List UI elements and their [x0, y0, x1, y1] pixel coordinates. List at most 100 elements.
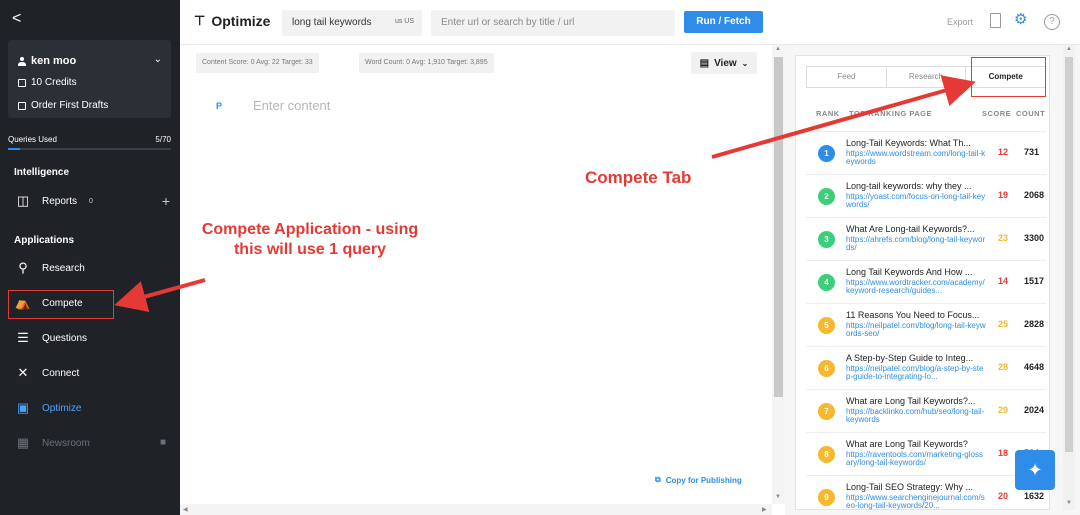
scroll-up-icon[interactable]: ▲ — [1066, 46, 1072, 52]
keyword-value: long tail keywords — [292, 17, 372, 28]
editor-scroll-thumb[interactable] — [774, 57, 783, 397]
help-icon[interactable]: ? — [1044, 14, 1060, 30]
scroll-down-icon[interactable]: ▼ — [775, 494, 781, 500]
compete-tab-highlight-box — [971, 57, 1046, 97]
sidebar-item-compete[interactable]: ⛺ Compete — [14, 292, 174, 314]
result-count: 1632 — [1024, 491, 1045, 501]
scroll-down-icon[interactable]: ▼ — [1066, 500, 1072, 506]
gear-icon[interactable]: ⚙ — [1014, 12, 1027, 28]
result-row[interactable]: 1 Long-Tail Keywords: What Th... https://w… — [806, 131, 1046, 174]
result-url-link[interactable]: https://ahrefs.com/blog/long-tail-keywor… — [846, 236, 986, 252]
panel-vertical-scrollbar[interactable]: ▲ ▼ — [1063, 45, 1075, 510]
export-button[interactable]: Export — [947, 17, 973, 27]
url-search-input[interactable]: Enter url or search by title / url — [431, 10, 675, 36]
result-row[interactable]: 6 A Step-by-Step Guide to Integ... https:/… — [806, 346, 1046, 389]
result-title[interactable]: Long-Tail SEO Strategy: Why ... — [846, 482, 986, 492]
result-url-link[interactable]: https://neilpatel.com/blog/a-step-by-ste… — [846, 365, 986, 381]
account-user[interactable]: ken moo — [18, 55, 76, 67]
result-count: 1517 — [1024, 276, 1045, 286]
result-url-link[interactable]: https://yoast.com/focus-on-long-tail-key… — [846, 193, 986, 209]
result-url-link[interactable]: https://www.wordstream.com/long-tail-key… — [846, 150, 986, 166]
queries-progress-bar — [8, 148, 171, 150]
top-bar: ⊤ Optimize long tail keywords us US Ente… — [180, 0, 1080, 45]
url-placeholder: Enter url or search by title / url — [441, 17, 575, 28]
result-url-link[interactable]: https://backlinko.com/hub/seo/long-tail-… — [846, 408, 986, 424]
compete-card: Feed Research Compete RANK TOP RANKING P… — [795, 55, 1050, 510]
page-title-label: Optimize — [211, 13, 271, 29]
rank-badge: 1 — [818, 145, 835, 162]
sidebar-item-label: Optimize — [42, 402, 82, 414]
result-url-link[interactable]: https://www.searchenginejournal.com/seo-… — [846, 494, 986, 510]
document-icon[interactable] — [990, 13, 1001, 28]
tab-research[interactable]: Research — [887, 67, 967, 87]
content-editor[interactable]: Enter content — [253, 98, 330, 113]
result-title[interactable]: 11 Reasons You Need to Focus... — [846, 310, 986, 320]
panel-scroll-thumb[interactable] — [1065, 57, 1073, 452]
keyword-input[interactable]: long tail keywords us US — [282, 10, 422, 36]
paragraph-marker: P — [216, 101, 223, 111]
result-count: 4648 — [1024, 362, 1045, 372]
result-row[interactable]: 9 Long-Tail SEO Strategy: Why ... https://… — [806, 475, 1046, 515]
copy-for-publishing-button[interactable]: ⧉ Copy for Publishing — [655, 475, 742, 485]
queries-value: 5/70 — [155, 135, 171, 144]
result-title[interactable]: A Step-by-Step Guide to Integ... — [846, 353, 986, 363]
order-drafts-item[interactable]: Order First Drafts — [18, 100, 108, 111]
scroll-up-icon[interactable]: ▲ — [775, 46, 781, 52]
result-url-link[interactable]: https://neilpatel.com/blog/long-tail-key… — [846, 322, 986, 338]
intelligence-title: Intelligence — [14, 167, 70, 178]
result-title[interactable]: What are Long Tail Keywords?... — [846, 396, 986, 406]
credits-icon — [18, 78, 26, 87]
credits-item[interactable]: 10 Credits — [18, 77, 77, 88]
result-title[interactable]: What are Long Tail Keywords? — [846, 439, 986, 449]
sidebar-item-research[interactable]: ⚲ Research — [14, 257, 174, 279]
sidebar-item-label: Newsroom — [42, 437, 90, 449]
result-row[interactable]: 8 What are Long Tail Keywords? https://rav… — [806, 432, 1046, 475]
scroll-left-icon[interactable]: ◀ — [183, 506, 188, 513]
lock-icon: ■ — [159, 437, 166, 448]
result-row[interactable]: 5 11 Reasons You Need to Focus... https://… — [806, 303, 1046, 346]
tab-feed[interactable]: Feed — [807, 67, 887, 87]
result-url-link[interactable]: https://raventools.com/marketing-glossar… — [846, 451, 986, 467]
research-icon: ⚲ — [18, 260, 28, 275]
result-row[interactable]: 3 What Are Long-tail Keywords?... https://… — [806, 217, 1046, 260]
copy-icon: ⧉ — [655, 475, 661, 484]
locale-select[interactable]: us US — [395, 18, 414, 25]
scroll-right-icon[interactable]: ▶ — [762, 506, 767, 513]
questions-icon: ☰ — [17, 330, 29, 345]
result-row[interactable]: 7 What are Long Tail Keywords?... https://… — [806, 389, 1046, 432]
header-score: SCORE — [982, 109, 1012, 118]
result-count: 3300 — [1024, 233, 1045, 243]
result-count: 2828 — [1024, 319, 1045, 329]
editor-vertical-scrollbar[interactable]: ▲ ▼ — [772, 45, 785, 504]
result-title[interactable]: Long Tail Keywords And How ... — [846, 267, 986, 277]
sidebar-item-connect[interactable]: ✕ Connect — [14, 362, 174, 384]
rank-badge: 8 — [818, 446, 835, 463]
chevron-down-icon[interactable]: ⌄ — [154, 54, 162, 65]
sidebar-item-reports[interactable]: ◫ Reports 0 — [14, 190, 174, 212]
result-title[interactable]: What Are Long-tail Keywords?... — [846, 224, 986, 234]
result-row[interactable]: 4 Long Tail Keywords And How ... https://w… — [806, 260, 1046, 303]
sparkle-assistant-button[interactable]: ✦ — [1015, 450, 1055, 490]
result-score: 20 — [998, 491, 1009, 501]
page-title: ⊤ Optimize — [194, 13, 270, 29]
drafts-icon — [18, 101, 26, 110]
back-arrow-icon[interactable]: < — [12, 10, 21, 28]
sidebar-item-label: Compete — [42, 297, 83, 309]
add-report-icon[interactable]: + — [162, 193, 170, 209]
reports-label: Reports — [42, 195, 78, 207]
result-score: 19 — [998, 190, 1009, 200]
result-title[interactable]: Long-tail keywords: why they ... — [846, 181, 986, 191]
view-dropdown[interactable]: ▤ View ⌄ — [691, 52, 757, 74]
word-count-stat: Word Count: 0 Avg: 1,910 Target: 3,895 — [359, 53, 494, 73]
rank-badge: 3 — [818, 231, 835, 248]
sidebar-item-optimize[interactable]: ▣ Optimize — [14, 397, 174, 419]
result-url-link[interactable]: https://www.wordtracker.com/academy/keyw… — [846, 279, 986, 295]
header-rank: RANK — [816, 109, 840, 118]
sidebar-item-newsroom[interactable]: ▦ Newsroom — [14, 432, 174, 454]
result-title[interactable]: Long-Tail Keywords: What Th... — [846, 138, 986, 148]
sidebar-item-questions[interactable]: ☰ Questions — [14, 327, 174, 349]
result-row[interactable]: 2 Long-tail keywords: why they ... https:/… — [806, 174, 1046, 217]
editor-horizontal-scrollbar[interactable]: ◀ ▶ — [180, 504, 772, 515]
result-count: 731 — [1024, 147, 1040, 157]
run-fetch-button[interactable]: Run / Fetch — [684, 11, 763, 33]
